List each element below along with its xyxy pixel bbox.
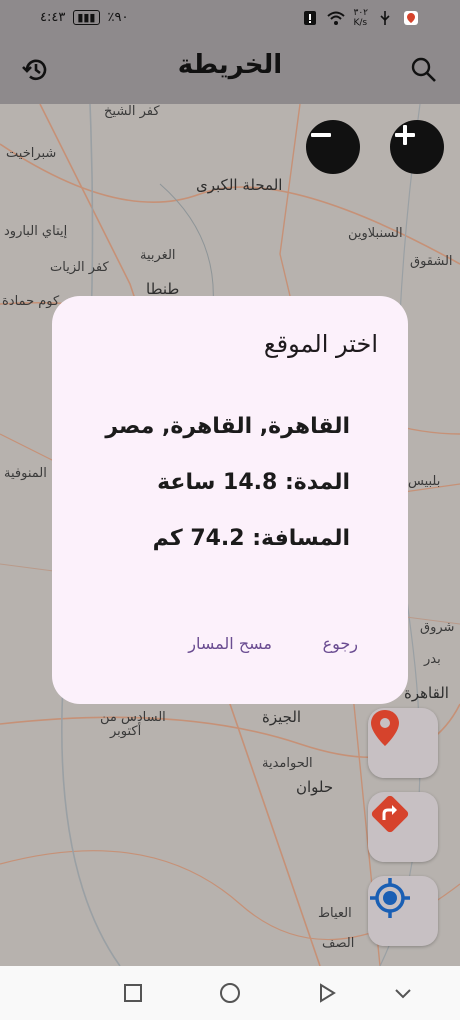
map-label: كفر الزيات (50, 260, 109, 275)
map-label: الحوامدية (262, 756, 313, 771)
map-label: الغربية (140, 248, 176, 263)
status-bar: ٤:٤٣ ▮▮▮ ٪٩٠ ٣٠٢ K/s (0, 0, 460, 36)
map-label: كفر الشيخ (104, 104, 160, 119)
my-location-icon (370, 878, 410, 918)
directions-button[interactable] (368, 792, 438, 862)
location-pin-button[interactable] (368, 708, 438, 778)
choose-location-dialog: اختر الموقع القاهرة, القاهرة, مصر المدة:… (52, 296, 408, 704)
dialog-title: اختر الموقع (263, 330, 378, 358)
usb-icon (376, 9, 394, 27)
dialog-location: القاهرة, القاهرة, مصر (105, 414, 350, 439)
map-label: شروق (420, 620, 455, 635)
location-pin-icon (371, 710, 399, 746)
triangle-icon (320, 983, 336, 1003)
search-icon (411, 57, 436, 82)
network-speed-unit: K/s (353, 18, 368, 28)
status-left-group: ٤:٤٣ ▮▮▮ ٪٩٠ (40, 10, 128, 25)
map-label: بدر (424, 652, 441, 667)
map-label: الشقوق (410, 254, 453, 269)
dialog-duration: المدة: 14.8 ساعة (157, 470, 350, 495)
dialog-actions: رجوع مسح المسار (52, 630, 408, 660)
battery-icon: ▮▮▮ (73, 10, 100, 25)
alert-icon (301, 9, 319, 27)
status-time: ٤:٤٣ (40, 10, 66, 25)
my-location-button[interactable] (368, 876, 438, 946)
back-button[interactable]: رجوع (317, 630, 364, 657)
map-label: الصف (322, 936, 355, 951)
plus-icon (395, 125, 415, 145)
dialog-distance: المسافة: 74.2 كم (152, 526, 350, 551)
circle-icon (220, 983, 240, 1003)
map-label: إيتاي البارود (4, 224, 68, 239)
wifi-icon (327, 9, 346, 27)
network-speed-value: ٣٠٢ (353, 8, 368, 18)
map-label: السنبلاوين (348, 226, 403, 241)
map-label: شبراخيت (6, 146, 57, 161)
map-label: الجيزة (262, 708, 302, 726)
battery-percent: ٪٩٠ (107, 10, 129, 25)
map-label: المنوفية (4, 466, 47, 481)
status-right-group: ٣٠٢ K/s (301, 8, 420, 28)
system-nav-bar (0, 966, 460, 1020)
network-speed: ٣٠٢ K/s (353, 8, 368, 28)
app-notification-icon (402, 9, 420, 27)
map-label: السادس من (100, 710, 166, 725)
map-label: أكتوبر (110, 724, 142, 739)
zoom-out-button[interactable] (306, 120, 360, 174)
map-label: المحلة الكبرى (196, 176, 283, 194)
zoom-in-button[interactable] (390, 120, 444, 174)
map-label: حلوان (296, 778, 334, 796)
map-label: العياط (318, 906, 352, 921)
map-label: القاهرة (404, 684, 449, 702)
search-button[interactable] (408, 54, 440, 86)
map-label: كوم حمادة (2, 294, 60, 309)
recents-button[interactable] (120, 980, 146, 1006)
page-title: الخريطة (177, 50, 283, 80)
minus-icon (311, 133, 331, 137)
map-label: بلبيس (408, 474, 441, 489)
chevron-down-icon (395, 989, 411, 999)
clear-route-button[interactable]: مسح المسار (182, 630, 278, 657)
home-button[interactable] (217, 980, 243, 1006)
square-icon (124, 984, 142, 1002)
back-nav-button[interactable] (314, 980, 340, 1006)
directions-icon (371, 795, 409, 833)
hide-nav-button[interactable] (390, 980, 416, 1006)
app-bar: الخريطة (0, 36, 460, 104)
